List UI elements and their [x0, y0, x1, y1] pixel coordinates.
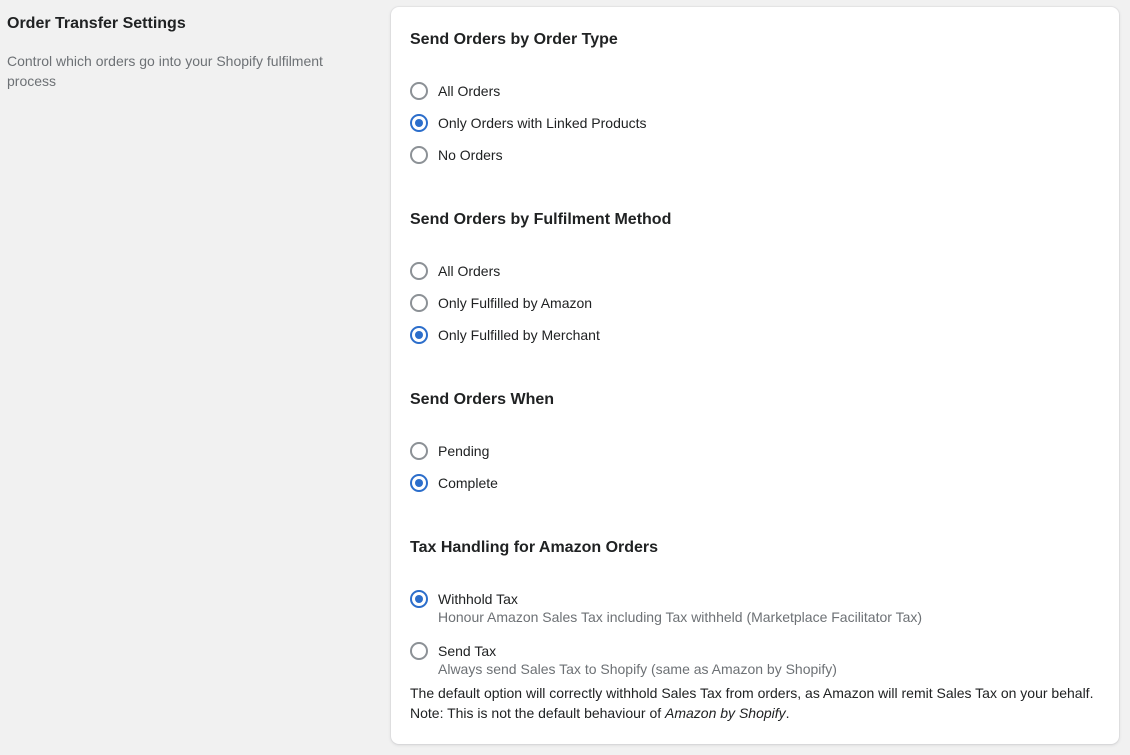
- fulfilment-merchant-option[interactable]: Only Fulfilled by Merchant: [410, 324, 600, 346]
- order-type-all-option[interactable]: All Orders: [410, 80, 500, 102]
- withhold-tax-radio[interactable]: [410, 590, 428, 608]
- section-description: Control which orders go into your Shopif…: [7, 53, 323, 89]
- radio-label: Only Fulfilled by Merchant: [438, 327, 600, 343]
- tax-note-suffix: .: [785, 705, 790, 721]
- fulfilment-merchant-radio[interactable]: [410, 326, 428, 344]
- send-when-heading: Send Orders When: [410, 391, 555, 408]
- radio-label: All Orders: [438, 263, 501, 279]
- radio-label: No Orders: [438, 147, 503, 163]
- radio-label: Only Fulfilled by Amazon: [438, 295, 593, 311]
- tax-handling-heading: Tax Handling for Amazon Orders: [410, 539, 659, 556]
- fulfilment-amazon-option[interactable]: Only Fulfilled by Amazon: [410, 292, 592, 314]
- send-tax-help: Always send Sales Tax to Shopify (same a…: [438, 661, 837, 677]
- send-when-complete-radio[interactable]: [410, 474, 428, 492]
- radio-label: Withhold Tax: [438, 591, 518, 607]
- tax-note: The default option will correctly withho…: [410, 683, 1110, 723]
- tax-note-line1: The default option will correctly withho…: [410, 685, 1094, 701]
- tax-note-emphasis: Amazon by Shopify: [665, 705, 786, 721]
- order-type-linked-radio[interactable]: [410, 114, 428, 132]
- fulfilment-all-option[interactable]: All Orders: [410, 260, 500, 282]
- tax-note-line2: Note: This is not the default behaviour …: [410, 703, 1110, 723]
- send-when-pending-option[interactable]: Pending: [410, 440, 489, 462]
- tax-note-prefix: Note: This is not the default behaviour …: [410, 705, 666, 721]
- section-title: Order Transfer Settings: [7, 15, 186, 32]
- radio-label: All Orders: [438, 83, 501, 99]
- radio-label: Complete: [438, 475, 498, 491]
- send-when-complete-option[interactable]: Complete: [410, 472, 498, 494]
- order-type-none-radio[interactable]: [410, 146, 428, 164]
- radio-label: Send Tax: [438, 643, 497, 659]
- fulfilment-all-radio[interactable]: [410, 262, 428, 280]
- settings-card: Send Orders by Order Type All Orders Onl…: [391, 7, 1119, 744]
- send-tax-radio[interactable]: [410, 642, 428, 660]
- withhold-tax-help: Honour Amazon Sales Tax including Tax wi…: [438, 609, 923, 625]
- fulfilment-method-heading: Send Orders by Fulfilment Method: [410, 211, 672, 228]
- radio-label: Only Orders with Linked Products: [438, 115, 647, 131]
- order-type-linked-option[interactable]: Only Orders with Linked Products: [410, 112, 647, 134]
- order-type-all-radio[interactable]: [410, 82, 428, 100]
- fulfilment-amazon-radio[interactable]: [410, 294, 428, 312]
- radio-label: Pending: [438, 443, 490, 459]
- send-when-pending-radio[interactable]: [410, 442, 428, 460]
- order-type-none-option[interactable]: No Orders: [410, 144, 503, 166]
- order-type-heading: Send Orders by Order Type: [410, 31, 618, 48]
